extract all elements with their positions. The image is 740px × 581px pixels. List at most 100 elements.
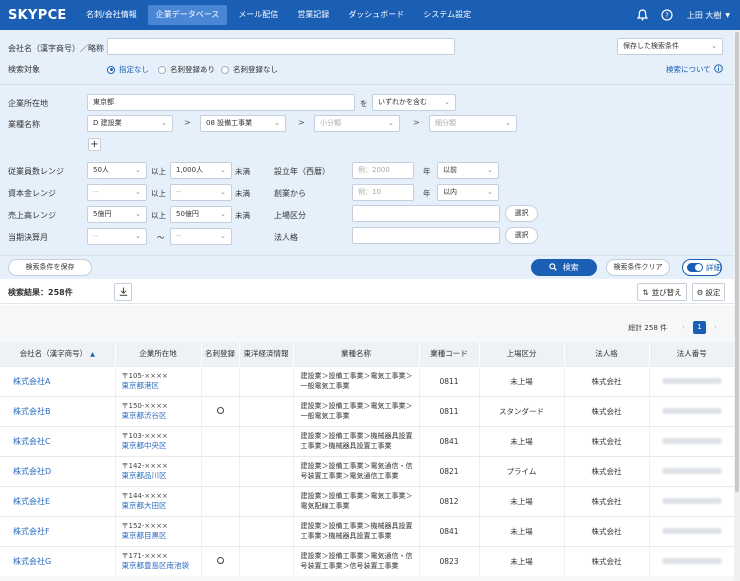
nav-item-sales-records[interactable]: 営業記録 <box>289 5 337 25</box>
col-header-address[interactable]: 企業所在地 <box>114 342 201 366</box>
listing-input[interactable] <box>352 205 500 222</box>
listing-cell: 未上場 <box>478 485 564 516</box>
app-logo[interactable]: SKYPCE <box>8 8 78 23</box>
city-link[interactable]: 東京都港区 <box>122 381 201 391</box>
founded-input[interactable]: 例：10 <box>352 184 414 201</box>
company-name-link[interactable]: 株式会社B <box>0 395 115 426</box>
company-name-link[interactable]: 株式会社C <box>0 425 115 456</box>
industry-detail-value: 細分類 <box>435 119 456 127</box>
chevron-down-icon: ⌄ <box>274 119 280 127</box>
page-current[interactable]: 1 <box>693 321 706 334</box>
col-header-company[interactable]: 会社名（漢字商号） ▲ <box>0 342 115 366</box>
company-name-input[interactable] <box>107 38 455 55</box>
page-scrollbar[interactable] <box>734 30 740 581</box>
search-help-label: 検索について <box>666 65 711 74</box>
sales-to-select[interactable]: 50億円 ⌄ <box>170 206 232 223</box>
search-icon <box>549 263 560 272</box>
company-name-link[interactable]: 株式会社A <box>0 365 115 396</box>
founded-cmp-select[interactable]: 以内 ⌄ <box>437 184 499 201</box>
city-link[interactable]: 東京都品川区 <box>122 471 201 481</box>
help-icon[interactable]: ? <box>661 9 673 21</box>
col-header-toyo[interactable]: 東洋経済情報 <box>238 342 293 366</box>
table-row[interactable]: 株式会社A 〒105-×××× 東京都港区 建設業＞設備工事業＞電気工事業＞ 一般電気工… <box>0 365 734 396</box>
add-industry-button[interactable]: + <box>88 138 101 151</box>
table-row[interactable]: 株式会社C 〒103-×××× 東京都中央区 建設業＞設備工事業＞機械器具設置 工事業＞… <box>0 425 734 456</box>
corp-input[interactable] <box>352 227 500 244</box>
col-header-listing[interactable]: 上場区分 <box>478 342 564 366</box>
prev-page-icon[interactable]: ‹ <box>677 321 690 334</box>
corp-select-button[interactable]: 選択 <box>505 227 538 244</box>
save-conditions-button[interactable]: 検索条件を保存 <box>8 259 92 276</box>
redacted-corp-number <box>661 407 722 414</box>
listing-cell: スタンダード <box>478 395 564 426</box>
sales-from-select[interactable]: 5億円 ⌄ <box>87 206 147 223</box>
nav-item-settings[interactable]: システム設定 <box>415 5 479 25</box>
city-link[interactable]: 東京都目黒区 <box>122 531 201 541</box>
industry-line-2: 一般電気工事業 <box>300 382 350 390</box>
industry-detail-select[interactable]: 細分類 ⌄ <box>429 115 517 132</box>
target-radio-none[interactable]: 指定なし <box>107 64 149 75</box>
table-row[interactable]: 株式会社F 〒152-×××× 東京都目黒区 建設業＞設備工事業＞機械器具設置 工事業＞… <box>0 515 734 546</box>
employees-to-select[interactable]: 1,000人 ⌄ <box>170 162 232 179</box>
chevron-down-icon: ▼ <box>725 11 730 19</box>
sort-button[interactable]: ⇅ 並び替え <box>637 283 687 301</box>
company-name-link[interactable]: 株式会社E <box>0 485 115 516</box>
target-radio-registered[interactable]: 名刺登録あり <box>158 64 215 75</box>
fiscal-to-select[interactable]: -- ⌄ <box>170 228 232 245</box>
address-match-value: いずれかを含む <box>378 98 427 106</box>
address-input[interactable]: 東京都 <box>87 94 355 111</box>
city-link[interactable]: 東京都渋谷区 <box>122 411 201 421</box>
city-link[interactable]: 東京都中央区 <box>122 441 201 451</box>
col-header-code[interactable]: 業種コード <box>418 342 479 366</box>
redacted-corp-number <box>661 437 722 444</box>
table-row[interactable]: 株式会社G 〒171-×××× 東京都豊島区南池袋 建設業＞設備工事業＞電気通信・信号… <box>0 545 734 576</box>
settings-button[interactable]: ⚙ 設定 <box>692 283 725 301</box>
corp-label: 法人格 <box>274 233 298 242</box>
target-radio-unregistered[interactable]: 名刺登録なし <box>221 64 278 75</box>
col-header-industry[interactable]: 業種名称 <box>292 342 419 366</box>
nav-item-cards[interactable]: 名刺/会社情報 <box>78 5 145 25</box>
address-match-select[interactable]: いずれかを含む ⌄ <box>372 94 456 111</box>
capital-to-select[interactable]: -- ⌄ <box>170 184 232 201</box>
toyo-cell <box>238 395 293 426</box>
company-name-link[interactable]: 株式会社G <box>0 545 115 576</box>
industry-cell: 建設業＞設備工事業＞電気通信・信 号装置工事業＞電気通信工事業 <box>292 455 419 486</box>
search-button[interactable]: 検索 <box>531 259 597 276</box>
user-menu[interactable]: 上田 大樹 ▼ <box>687 10 730 21</box>
detail-toggle[interactable]: 詳細 <box>682 259 722 276</box>
next-page-icon[interactable]: › <box>709 321 722 334</box>
employees-from-select[interactable]: 50人 ⌄ <box>87 162 147 179</box>
company-name-link[interactable]: 株式会社D <box>0 455 115 486</box>
city-link[interactable]: 東京都豊島区南池袋 <box>122 561 201 571</box>
col-header-corp-number[interactable]: 法人番号 <box>648 342 734 366</box>
industry-major-select[interactable]: D 建設業 ⌄ <box>87 115 173 132</box>
clear-conditions-button[interactable]: 検索条件クリア <box>606 259 670 276</box>
table-row[interactable]: 株式会社D 〒142-×××× 東京都品川区 建設業＞設備工事業＞電気通信・信 号装置工… <box>0 455 734 486</box>
industry-label: 業種名称 <box>8 120 40 129</box>
nav-item-dashboard[interactable]: ダッシュボード <box>340 5 412 25</box>
col-header-corp[interactable]: 法人格 <box>563 342 649 366</box>
industry-line-1: 建設業＞設備工事業＞電気工事業＞ <box>300 372 413 380</box>
search-help-link[interactable]: 検索について <box>666 64 723 75</box>
industry-minor-select[interactable]: 小分類 ⌄ <box>314 115 400 132</box>
listing-select-button[interactable]: 選択 <box>505 205 538 222</box>
saved-conditions-value: 保存した検索条件 <box>623 42 679 50</box>
table-row[interactable]: 株式会社E 〒144-×××× 東京都大田区 建設業＞設備工事業＞電気工事業＞ 電気配線… <box>0 485 734 516</box>
scrollbar-thumb[interactable] <box>735 32 739 492</box>
capital-from-select[interactable]: -- ⌄ <box>87 184 147 201</box>
city-link[interactable]: 東京都大田区 <box>122 501 201 511</box>
nav-item-mail[interactable]: メール配信 <box>230 5 286 25</box>
established-cmp-select[interactable]: 以前 ⌄ <box>437 162 499 179</box>
bell-icon[interactable] <box>637 9 649 21</box>
chevron-down-icon: ⌄ <box>135 210 141 218</box>
established-input[interactable]: 例：2000 <box>352 162 414 179</box>
saved-conditions-select[interactable]: 保存した検索条件 ⌄ <box>617 38 723 55</box>
table-row[interactable]: 株式会社B 〒150-×××× 東京都渋谷区 建設業＞設備工事業＞電気工事業＞ 一般電気… <box>0 395 734 426</box>
industry-line-1: 建設業＞設備工事業＞電気通信・信 <box>300 462 413 470</box>
industry-middle-select[interactable]: 08 設備工事業 ⌄ <box>200 115 286 132</box>
fiscal-from-select[interactable]: -- ⌄ <box>87 228 147 245</box>
nav-item-company-db[interactable]: 企業データベース <box>147 5 228 25</box>
company-name-link[interactable]: 株式会社F <box>0 515 115 546</box>
download-button[interactable] <box>114 283 132 301</box>
col-header-card[interactable]: 名刺登録 <box>200 342 239 366</box>
